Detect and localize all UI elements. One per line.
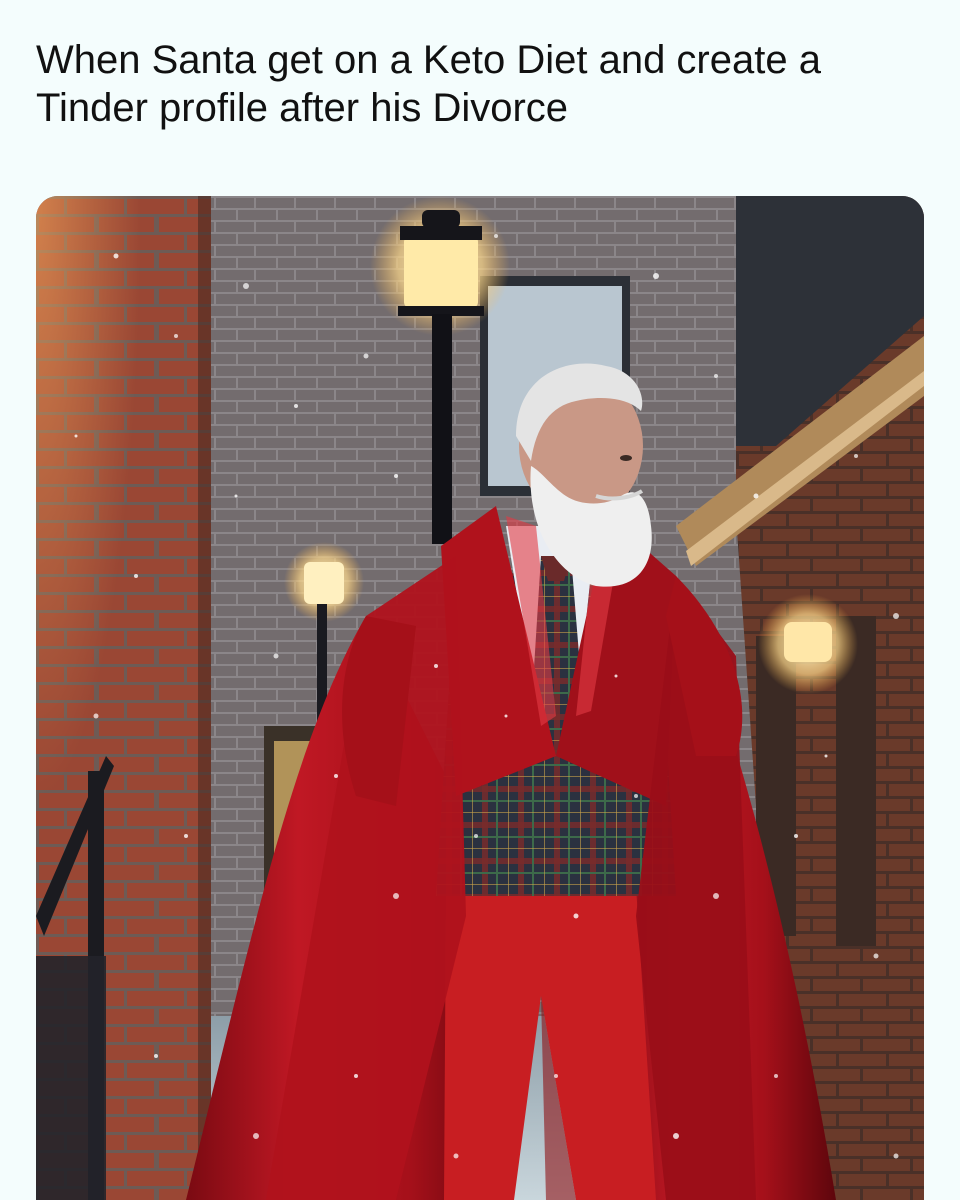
meme-caption: When Santa get on a Keto Diet and create… (36, 38, 821, 130)
photo-scene (36, 196, 924, 1200)
meme-post: When Santa get on a Keto Diet and create… (0, 0, 960, 1200)
meme-photo (36, 196, 924, 1200)
